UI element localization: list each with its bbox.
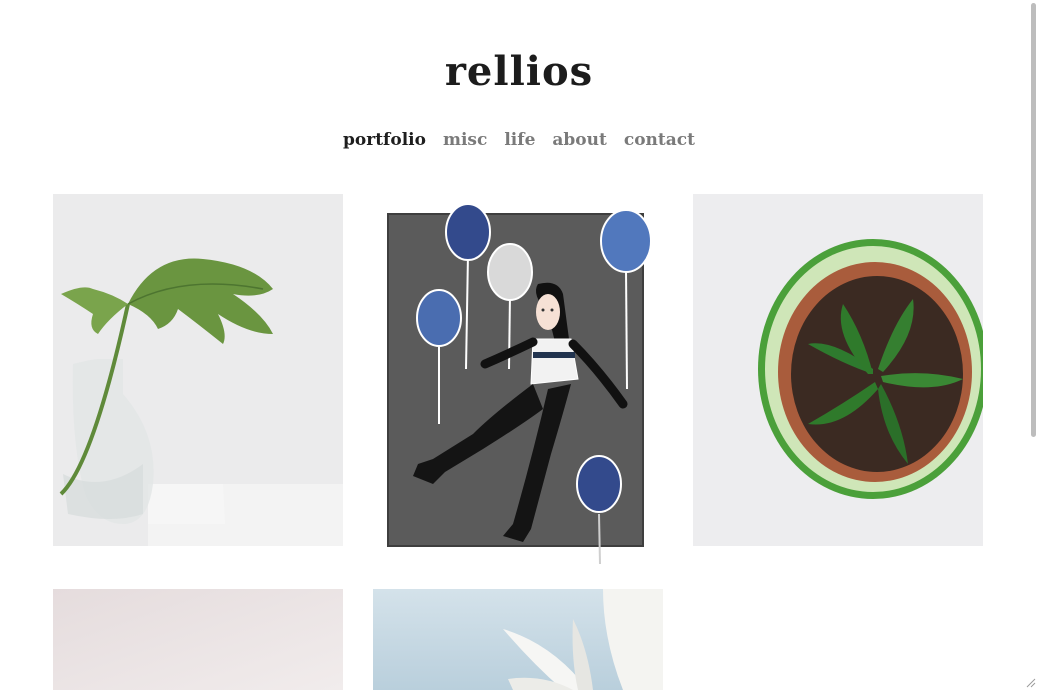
nav-item-about[interactable]: about: [552, 130, 606, 150]
monstera-photo: [53, 194, 343, 546]
gallery-item-potted-plant[interactable]: [693, 194, 983, 546]
balloon-illustration: [373, 194, 663, 564]
nav-item-misc[interactable]: misc: [443, 130, 487, 150]
main-nav: portfolio misc life about contact: [0, 130, 1038, 150]
nav-item-portfolio[interactable]: portfolio: [343, 130, 426, 150]
scrollbar[interactable]: [1028, 0, 1038, 690]
gallery-item-flower[interactable]: [373, 589, 663, 690]
pink-photo: [53, 589, 343, 690]
potted-plant-photo: [693, 194, 983, 546]
nav-item-life[interactable]: life: [504, 130, 535, 150]
nav-item-contact[interactable]: contact: [624, 130, 695, 150]
site-title[interactable]: rellios: [0, 48, 1038, 95]
resize-grip-icon[interactable]: [1024, 676, 1036, 688]
flower-photo: [373, 589, 663, 690]
scrollbar-thumb[interactable]: [1031, 3, 1036, 437]
gallery-item-pink[interactable]: [53, 589, 343, 690]
gallery-item-balloon-illustration[interactable]: [373, 194, 663, 564]
gallery-item-monstera[interactable]: [53, 194, 343, 546]
